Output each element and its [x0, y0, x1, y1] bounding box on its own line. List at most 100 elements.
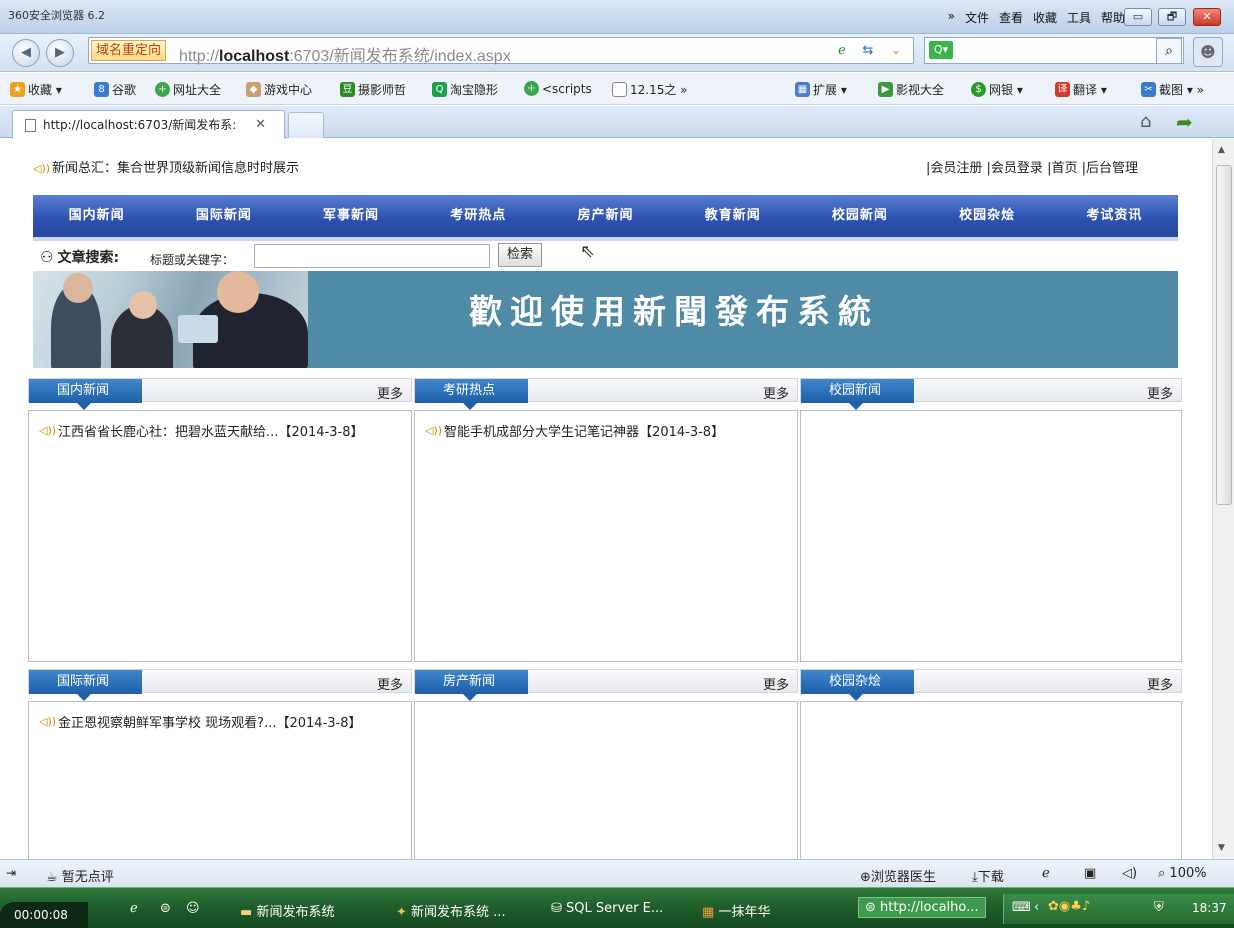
bookmark-translate[interactable]: 译翻译 ▾ — [1055, 81, 1107, 98]
search-box[interactable]: Q▾ — [924, 37, 1184, 64]
search-engine-icon[interactable]: Q▾ — [929, 41, 953, 59]
list-item[interactable]: ◁)) 智能手机成部分大学生记笔记神器 【2014-3-8】 — [425, 421, 787, 440]
nav-realestate[interactable]: 房产新闻 — [542, 195, 669, 237]
nav-education[interactable]: 教育新闻 — [669, 195, 796, 237]
nav-exam-hot[interactable]: 考研热点 — [415, 195, 542, 237]
menu-help[interactable]: 帮助 — [1101, 9, 1125, 26]
speaker-icon: ◁)) — [39, 424, 57, 437]
music-icon: ▦ — [702, 905, 715, 920]
article-search-label: ⚇ 文章搜索: — [40, 248, 120, 266]
shield-icon[interactable]: ⛨ — [1154, 900, 1164, 915]
bookmark-scripts[interactable]: + <scripts — [524, 81, 592, 96]
keyboard-icon[interactable]: ⌨ — [1012, 900, 1031, 915]
tray-apps-icon[interactable]: ✿◉♣♪ — [1048, 899, 1090, 914]
more-link[interactable]: 更多 — [377, 383, 403, 402]
scroll-up-icon[interactable]: ▲ — [1218, 145, 1225, 155]
redirect-badge[interactable]: 域名重定向 — [91, 40, 167, 61]
task-folder[interactable]: ▬ 新闻发布系统 — [240, 901, 334, 920]
more-link[interactable]: 更多 — [1147, 674, 1173, 693]
bookmark-video[interactable]: ▶ 影视大全 — [878, 81, 944, 98]
ie-icon[interactable]: ℯ — [1042, 866, 1050, 881]
url-text[interactable]: http://localhost:6703/新闻发布系统/index.aspx — [179, 42, 511, 66]
search-button[interactable]: 检索 — [498, 243, 542, 267]
user-avatar-icon[interactable]: ☻ — [1193, 37, 1223, 67]
menu-tools[interactable]: 工具 — [1067, 9, 1091, 26]
plus-icon: + — [155, 82, 170, 97]
menu-file[interactable]: 文件 — [965, 9, 989, 26]
panel-header: 国际新闻 更多 — [28, 669, 412, 701]
task-song[interactable]: ▦ 一抹年华 — [702, 901, 770, 920]
panel-header: 校园杂烩 更多 — [800, 669, 1182, 701]
chevron-down-icon[interactable]: ⌄ — [885, 41, 907, 61]
nav-domestic[interactable]: 国内新闻 — [33, 195, 160, 237]
panel-title: 房产新闻 — [415, 670, 528, 701]
nav-campus[interactable]: 校园新闻 — [796, 195, 923, 237]
bookmark-extensions[interactable]: ▦ 扩展 ▾ — [795, 81, 847, 98]
refresh-icon[interactable]: ⇆ — [857, 41, 879, 61]
close-button[interactable]: ✕ — [1193, 8, 1221, 26]
address-box[interactable]: 域名重定向 http://localhost:6703/新闻发布系统/index… — [88, 37, 914, 66]
speaker-icon: ◁)) — [33, 162, 51, 175]
exit-icon[interactable]: ⇥ — [6, 866, 16, 880]
back-button[interactable]: ◀ — [12, 39, 40, 67]
register-link[interactable]: |会员注册 — [926, 161, 982, 176]
mouse-cursor-icon: ⇖ — [580, 241, 596, 262]
bookmark-favorites[interactable]: ★ 收藏 ▾ — [10, 81, 62, 98]
menu-view[interactable]: 查看 — [999, 9, 1023, 26]
scroll-thumb[interactable] — [1216, 165, 1232, 505]
home-icon[interactable]: ⌂ — [1140, 111, 1151, 132]
quicklaunch-360-icon[interactable]: ⊜ — [160, 901, 171, 916]
bookmark-bank[interactable]: $ 网银 ▾ — [971, 81, 1023, 98]
panel-body — [800, 410, 1182, 662]
menu-more[interactable]: » — [948, 9, 955, 26]
task-sqlserver[interactable]: ⛁ SQL Server E... — [551, 901, 663, 916]
quicklaunch-ie-icon[interactable]: ℯ — [130, 901, 138, 916]
new-tab-button[interactable] — [288, 112, 324, 138]
bookmark-screenshot[interactable]: ✂ 截图 ▾ » — [1141, 81, 1204, 98]
download-button[interactable]: ⤓下载 — [972, 866, 1004, 885]
zoom-control[interactable]: ⌕ 100% — [1158, 866, 1207, 881]
bookmark-taobao[interactable]: Q 淘宝隐形 — [432, 81, 498, 98]
tab-close-icon[interactable]: ✕ — [255, 111, 266, 139]
volume-icon[interactable]: ◁) — [1122, 866, 1137, 881]
forward-button[interactable]: ▶ — [46, 39, 74, 67]
users-search-icon: ⚇ — [40, 248, 54, 266]
minimize-button[interactable]: ▭ — [1124, 8, 1152, 26]
tray-expand-icon[interactable]: ‹ — [1034, 900, 1039, 915]
admin-link[interactable]: |后台管理 — [1082, 161, 1138, 176]
task-vs[interactable]: ✦ 新闻发布系统 ... — [396, 901, 506, 920]
bookmark-sites[interactable]: + 网址大全 — [155, 81, 221, 98]
bookmark-1215[interactable]: 12.15之 » — [612, 81, 688, 98]
list-item[interactable]: ◁)) 江西省省长鹿心社：把碧水蓝天献给... 【2014-3-8】 — [39, 421, 401, 440]
menu-favorites[interactable]: 收藏 — [1033, 9, 1057, 26]
address-row: ◀ ▶ 域名重定向 http://localhost:6703/新闻发布系统/i… — [0, 34, 1234, 72]
ie-compat-icon[interactable]: ℯ — [831, 41, 853, 61]
undo-arrow-icon[interactable]: ➦ — [1176, 110, 1193, 134]
quicklaunch-app-icon[interactable]: ☺ — [186, 901, 200, 916]
nav-campus-misc[interactable]: 校园杂烩 — [924, 195, 1051, 237]
comment-status[interactable]: ☕ 暂无点评 — [46, 866, 114, 885]
more-link[interactable]: 更多 — [1147, 383, 1173, 402]
scroll-down-icon[interactable]: ▼ — [1218, 843, 1225, 853]
clock: 18:37 — [1192, 901, 1227, 915]
keyword-input[interactable] — [254, 244, 490, 268]
list-item[interactable]: ◁)) 金正恩视察朝鲜军事学校 现场观看?... 【2014-3-8】 — [39, 712, 401, 731]
browser-doctor[interactable]: ⊕浏览器医生 — [860, 866, 936, 885]
bookmark-games[interactable]: ◆ 游戏中心 — [246, 81, 312, 98]
nav-exam-info[interactable]: 考试资讯 — [1051, 195, 1178, 237]
login-link[interactable]: |会员登录 — [987, 161, 1043, 176]
search-go-button[interactable]: ⌕ — [1156, 38, 1182, 64]
vertical-scrollbar[interactable]: ▲ ▼ — [1212, 139, 1234, 859]
more-link[interactable]: 更多 — [377, 674, 403, 693]
bookmark-douban[interactable]: 豆摄影师哲 — [340, 81, 406, 98]
nav-military[interactable]: 军事新闻 — [287, 195, 414, 237]
more-link[interactable]: 更多 — [763, 674, 789, 693]
nav-international[interactable]: 国际新闻 — [160, 195, 287, 237]
home-link[interactable]: |首页 — [1047, 161, 1077, 176]
restore-button[interactable]: 🗗 — [1158, 8, 1186, 26]
tab-localhost[interactable]: http://localhost:6703/新闻发布系: ✕ — [12, 110, 285, 139]
task-browser[interactable]: ⊜ http://localho... — [858, 897, 986, 918]
window-icon[interactable]: ▣ — [1084, 866, 1096, 881]
more-link[interactable]: 更多 — [763, 383, 789, 402]
bookmark-google[interactable]: 8 谷歌 — [94, 81, 136, 98]
